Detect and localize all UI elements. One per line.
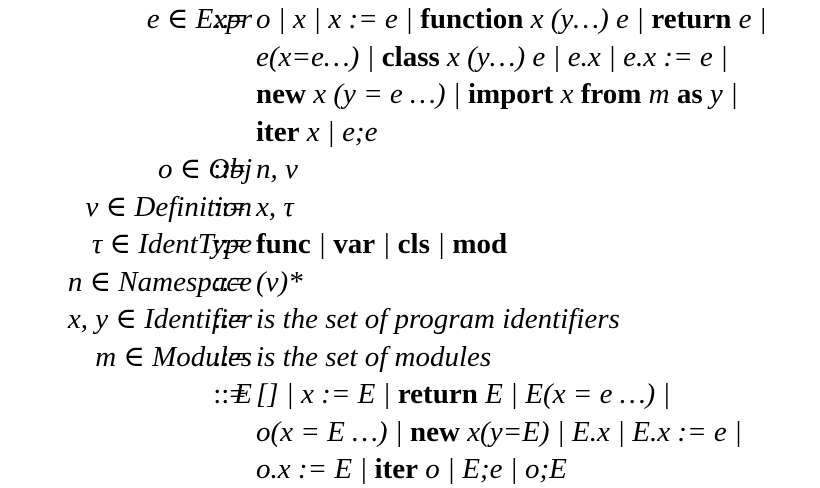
- rule-operator: ::=: [213, 341, 246, 373]
- grammar-rule-line: new x (y = e …) | import x from m as y |: [0, 77, 820, 111]
- rule-rhs: (v)*: [256, 266, 303, 298]
- rule-rhs: iter x | e;e: [256, 116, 378, 148]
- grammar-rule-line: E::=[] | x := E | return E | E(x = e …) …: [0, 377, 820, 411]
- grammar-rule-line: v ∈ Definition::= x, τ: [0, 190, 820, 224]
- grammar-rule-line: e ∈ Expr::= o | x | x := e | function x (…: [0, 2, 820, 36]
- grammar-rule-line: o ∈ Obj::= n, v: [0, 152, 820, 186]
- rule-operator: ::=: [213, 303, 246, 335]
- rule-rhs: [] | x := E | return E | E(x = e …) |: [256, 378, 671, 410]
- rule-rhs: is the set of modules: [256, 341, 492, 373]
- rule-operator: ::=: [213, 3, 246, 35]
- grammar-rule-line: o.x := E | iter o | E;e | o;E: [0, 452, 820, 486]
- rule-operator: ::=: [213, 153, 246, 185]
- rule-operator: ::=: [213, 228, 246, 260]
- grammar-rule-line: x, y ∈ Identifier::= is the set of progra…: [0, 302, 820, 336]
- rule-operator: ::=: [213, 191, 246, 223]
- rule-operator: ::=: [213, 378, 246, 410]
- rule-operator: ::=: [213, 266, 246, 298]
- rule-rhs: o.x := E | iter o | E;e | o;E: [256, 453, 567, 485]
- grammar-rule-line: n ∈ Namespace::= (v)*: [0, 265, 820, 299]
- rule-rhs: x, τ: [256, 191, 294, 223]
- grammar-rule-line: m ∈ Modules::= is the set of modules: [0, 340, 820, 374]
- rule-rhs: o | x | x := e | function x (y…) e | ret…: [256, 3, 767, 35]
- grammar-rule-line: e(x=e…) | class x (y…) e | e.x | e.x := …: [0, 40, 820, 74]
- grammar-rule-line: o(x = E …) | new x(y=E) | E.x | E.x := e…: [0, 415, 820, 449]
- rule-rhs: n, v: [256, 153, 298, 185]
- grammar-rule-line: iter x | e;e: [0, 115, 820, 149]
- rule-rhs: func | var | cls | mod: [256, 228, 508, 260]
- rule-rhs: new x (y = e …) | import x from m as y |: [256, 78, 738, 110]
- rule-rhs: o(x = E …) | new x(y=E) | E.x | E.x := e…: [256, 416, 742, 448]
- rule-rhs: e(x=e…) | class x (y…) e | e.x | e.x := …: [256, 41, 728, 73]
- grammar-rule-line: τ ∈ IdentType::= func | var | cls | mod: [0, 227, 820, 261]
- rule-rhs: is the set of program identifiers: [256, 303, 620, 335]
